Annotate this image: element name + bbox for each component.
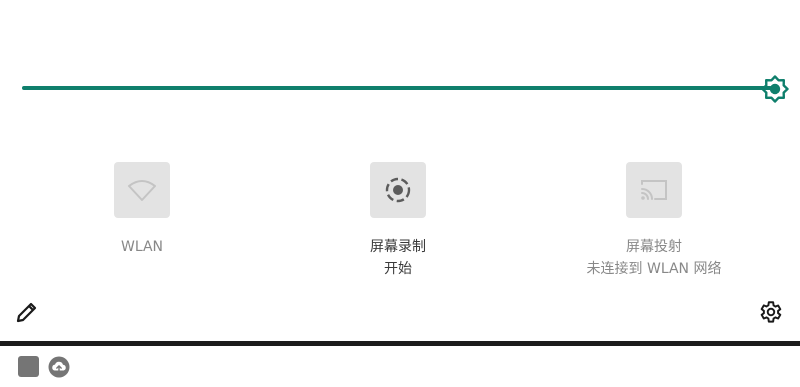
tile-screen-cast-sub: 未连接到 WLAN 网络 — [586, 261, 722, 277]
wifi-icon — [128, 180, 156, 201]
tile-wlan-icon-bg[interactable] — [114, 162, 170, 218]
brightness-slider-track[interactable] — [22, 86, 772, 90]
tile-wlan-sub — [32, 260, 252, 278]
brightness-slider-thumb[interactable] — [760, 74, 790, 104]
tile-screen-cast[interactable]: 屏幕投射 未连接到 WLAN 网络 — [544, 162, 764, 278]
tile-screen-record-label: 屏幕录制 — [370, 239, 426, 255]
tile-screen-record-icon-bg[interactable] — [370, 162, 426, 218]
tile-screen-record[interactable]: 屏幕录制 开始 — [288, 162, 508, 278]
brightness-icon — [761, 75, 789, 103]
panel-divider — [0, 341, 800, 346]
tile-screen-cast-icon-bg[interactable] — [626, 162, 682, 218]
pencil-icon — [16, 302, 37, 323]
notification-upload[interactable] — [48, 356, 70, 378]
cast-icon — [641, 180, 667, 200]
tile-screen-cast-label: 屏幕投射 — [626, 239, 682, 255]
edit-button[interactable] — [14, 299, 40, 325]
settings-button[interactable] — [757, 299, 783, 325]
screen-record-icon — [385, 177, 411, 203]
tile-wlan[interactable]: WLAN — [32, 162, 252, 278]
tile-screen-record-sub: 开始 — [384, 261, 412, 277]
tile-wlan-label: WLAN — [120, 239, 163, 255]
gear-icon — [760, 301, 782, 323]
cloud-upload-icon — [48, 356, 70, 378]
square-app-icon[interactable] — [18, 356, 39, 377]
